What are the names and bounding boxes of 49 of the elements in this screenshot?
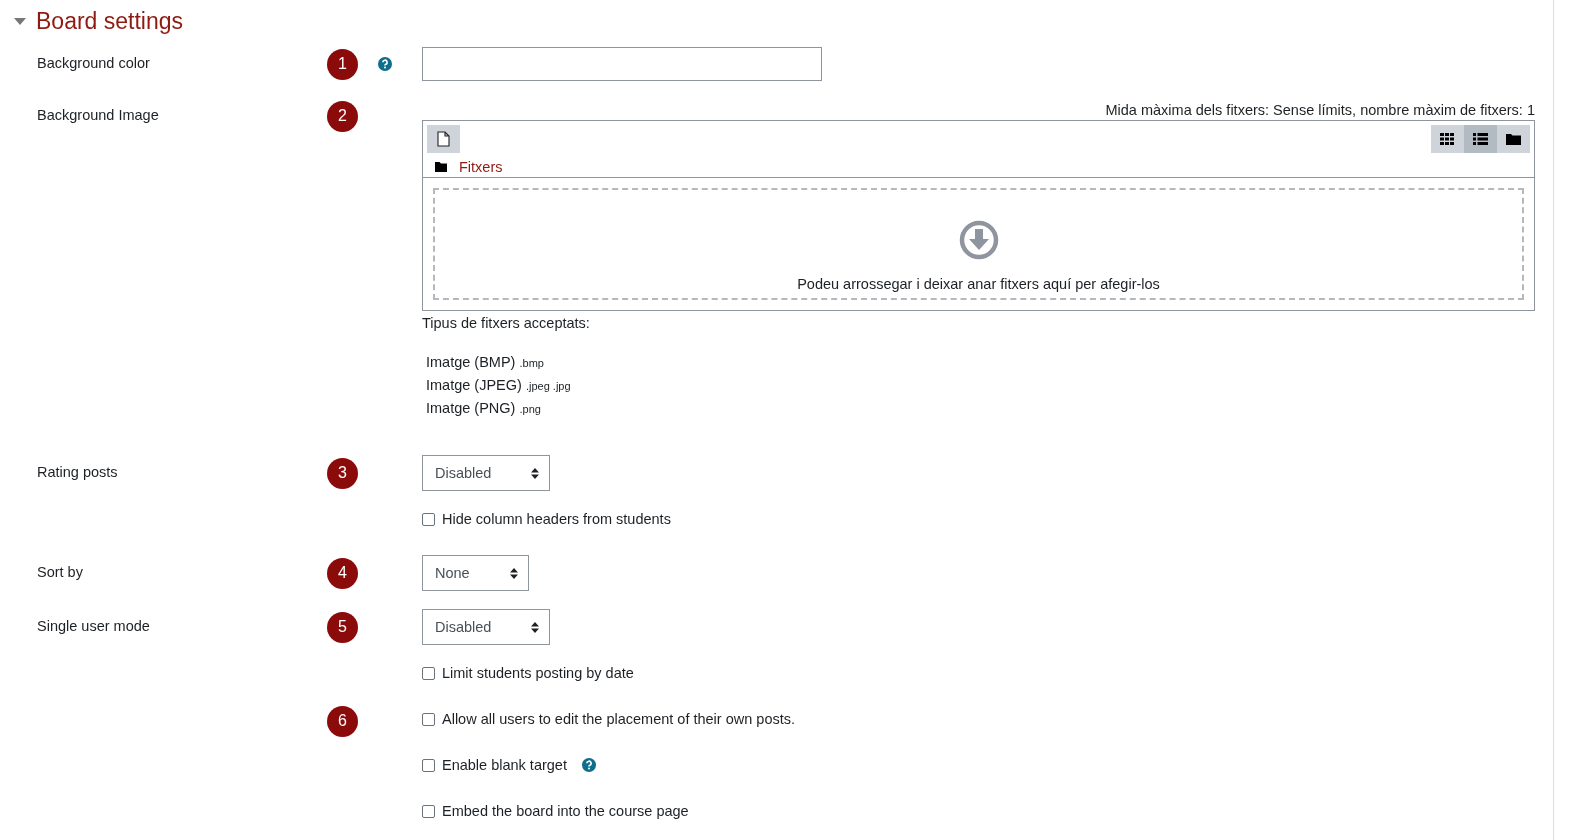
help-icon[interactable] (581, 758, 596, 772)
step-number-badge: 1 (327, 48, 358, 80)
step-number-badge: 4 (327, 557, 358, 589)
drop-hint: Podeu arrossegar i deixar anar fitxers aquí per afegir-los (797, 276, 1160, 292)
sort-arrows-icon (531, 467, 540, 479)
checkbox[interactable] (422, 804, 435, 818)
field-label: Background color (37, 55, 150, 71)
file-icon (437, 131, 450, 147)
field-label: Rating posts (37, 464, 118, 480)
view-button[interactable] (1431, 125, 1464, 153)
checkbox-label: Enable blank target (442, 757, 567, 773)
select-dropdown[interactable]: Disabled (422, 609, 551, 645)
checkbox[interactable] (422, 666, 435, 680)
step-number-badge: 5 (327, 611, 358, 643)
checkbox[interactable] (422, 712, 435, 726)
select-dropdown[interactable]: Disabled (422, 455, 551, 491)
folder-icon (1506, 133, 1521, 145)
section-title[interactable]: Board settings (36, 7, 184, 35)
field-label: Sort by (37, 564, 83, 580)
checkbox[interactable] (422, 758, 435, 772)
max-file-size-note: Mida màxima dels fitxers: Sense límits, nombre màxim de fitxers: 1 (1104, 101, 1535, 120)
select-dropdown[interactable]: None (422, 555, 529, 591)
drop-zone[interactable]: Podeu arrossegar i deixar anar fitxers aquí per afegir-los (433, 188, 1524, 300)
file-type: Imatge (PNG) .png (425, 399, 542, 418)
step-number-badge: 2 (327, 100, 358, 132)
step-number-badge: 3 (327, 457, 358, 489)
text-input-field[interactable] (422, 47, 822, 81)
sort-arrows-icon (531, 621, 540, 633)
checkbox-label: Allow all users to edit the placement of their own posts. (442, 711, 795, 727)
accepted-types-title: Tipus de fitxers acceptats: (422, 315, 591, 331)
help-icon[interactable] (378, 57, 392, 71)
grid-icon (1440, 133, 1455, 145)
file-type: Imatge (BMP) .bmp (425, 353, 545, 372)
view-button[interactable] (1464, 125, 1497, 153)
collapse-caret-icon[interactable] (14, 17, 26, 25)
field-label: Background Image (37, 107, 159, 123)
view-button[interactable] (1497, 125, 1530, 153)
list-icon (1473, 133, 1488, 145)
folder-icon (435, 162, 447, 172)
checkbox-label: Embed the board into the course page (442, 803, 689, 819)
checkbox-label: Hide column headers from students (442, 511, 671, 527)
field-label: Single user mode (37, 618, 150, 634)
file-type: Imatge (JPEG) .jpeg .jpg (425, 376, 572, 395)
sort-arrows-icon (509, 567, 518, 579)
checkbox-label: Limit students posting by date (442, 665, 634, 681)
add-file-button[interactable] (427, 125, 460, 153)
folder-path-link[interactable]: Fitxers (459, 159, 503, 175)
checkbox[interactable] (422, 512, 435, 526)
step-number-badge: 6 (327, 705, 358, 737)
